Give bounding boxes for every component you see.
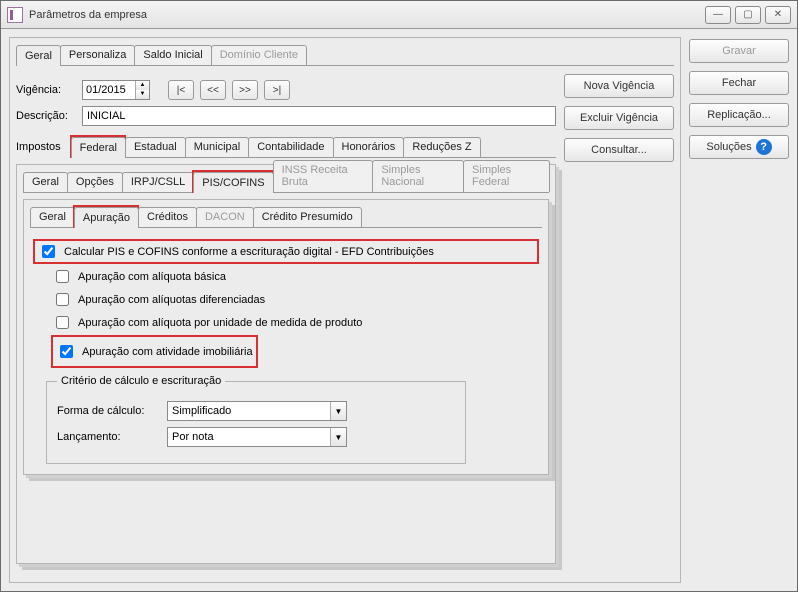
check-calc-efd[interactable] (42, 245, 55, 258)
tab-personaliza[interactable]: Personaliza (60, 45, 135, 65)
replicacao-button[interactable]: Replicação... (689, 103, 789, 127)
check-ativ-imob-label: Apuração com atividade imobiliária (82, 346, 253, 358)
descricao-label: Descrição: (16, 110, 76, 122)
tab-fed-inss-receita-bruta: INSS Receita Bruta (273, 160, 374, 192)
check-ativ-imob[interactable] (60, 345, 73, 358)
maximize-button[interactable]: ▢ (735, 6, 761, 24)
tab-federal[interactable]: Federal (71, 137, 126, 158)
app-window: Parâmetros da empresa — ▢ ✕ Geral Person… (0, 0, 798, 592)
tab-fed-pis-cofins[interactable]: PIS/COFINS (193, 172, 273, 193)
tab-reducoes-z[interactable]: Reduções Z (403, 137, 480, 157)
pis-cofins-tabs: Geral Apuração Créditos DACON Crédito Pr… (30, 206, 542, 228)
check-ativ-imob-row: Apuração com atividade imobiliária (52, 340, 257, 363)
check-aliq-basica[interactable] (56, 270, 69, 283)
check-aliq-unidade[interactable] (56, 316, 69, 329)
vigencia-label: Vigência: (16, 84, 76, 96)
lancamento-value: Por nota (172, 431, 214, 443)
check-aliq-dif[interactable] (56, 293, 69, 306)
titlebar: Parâmetros da empresa — ▢ ✕ (1, 1, 797, 29)
federal-tabs: Geral Opções IRPJ/CSLL PIS/COFINS INSS R… (23, 171, 549, 193)
tab-municipal[interactable]: Municipal (185, 137, 249, 157)
nav-prev-button[interactable]: << (200, 80, 226, 100)
pis-cofins-panel: Geral Apuração Créditos DACON Crédito Pr… (23, 199, 549, 475)
criterio-fieldset: Critério de cálculo e escrituração Forma… (46, 375, 466, 464)
forma-calculo-label: Forma de cálculo: (57, 405, 157, 417)
tab-geral[interactable]: Geral (16, 45, 61, 66)
descricao-input[interactable] (82, 106, 556, 126)
excluir-vigencia-button[interactable]: Excluir Vigência (564, 106, 674, 130)
forma-calculo-select[interactable]: Simplificado ▼ (167, 401, 347, 421)
help-icon: ? (756, 139, 772, 155)
tab-dominio-cliente: Domínio Cliente (211, 45, 307, 65)
check-aliq-dif-label: Apuração com alíquotas diferenciadas (78, 294, 265, 306)
tab-honorarios[interactable]: Honorários (333, 137, 405, 157)
app-icon (7, 7, 23, 23)
consultar-button[interactable]: Consultar... (564, 138, 674, 162)
vigencia-buttons: Nova Vigência Excluir Vigência Consultar… (564, 74, 674, 564)
impostos-tabs: Federal Estadual Municipal Contabilidade… (71, 136, 556, 158)
tab-pc-dacon: DACON (196, 207, 254, 227)
nav-first-button[interactable]: |< (168, 80, 194, 100)
nav-next-button[interactable]: >> (232, 80, 258, 100)
spinner-up-icon[interactable]: ▲ (135, 81, 149, 90)
gravar-button[interactable]: Gravar (689, 39, 789, 63)
tab-pc-geral[interactable]: Geral (30, 207, 75, 227)
check-aliq-dif-row: Apuração com alíquotas diferenciadas (52, 290, 538, 309)
tab-fed-simples-federal: Simples Federal (463, 160, 550, 192)
main-panel: Geral Personaliza Saldo Inicial Domínio … (9, 37, 681, 583)
tab-fed-geral[interactable]: Geral (23, 172, 68, 192)
chevron-down-icon: ▼ (330, 428, 346, 446)
check-aliq-basica-label: Apuração com alíquota básica (78, 271, 226, 283)
tab-pc-creditos[interactable]: Créditos (138, 207, 197, 227)
tab-estadual[interactable]: Estadual (125, 137, 186, 157)
impostos-label: Impostos (16, 141, 61, 153)
spinner-down-icon[interactable]: ▼ (135, 90, 149, 99)
tab-contabilidade[interactable]: Contabilidade (248, 137, 333, 157)
forma-calculo-value: Simplificado (172, 405, 231, 417)
check-calc-efd-label: Calcular PIS e COFINS conforme a escritu… (64, 246, 434, 258)
check-aliq-basica-row: Apuração com alíquota básica (52, 267, 538, 286)
tab-fed-opcoes[interactable]: Opções (67, 172, 123, 192)
minimize-button[interactable]: — (705, 6, 731, 24)
nova-vigencia-button[interactable]: Nova Vigência (564, 74, 674, 98)
client-area: Geral Personaliza Saldo Inicial Domínio … (1, 29, 797, 591)
side-panel: Gravar Fechar Replicação... Soluções ? (689, 37, 789, 583)
tab-pc-apuracao[interactable]: Apuração (74, 207, 139, 228)
vigencia-spinner[interactable]: ▲ ▼ (82, 80, 150, 100)
nav-last-button[interactable]: >| (264, 80, 290, 100)
lancamento-select[interactable]: Por nota ▼ (167, 427, 347, 447)
solucoes-label: Soluções (706, 141, 751, 153)
check-aliq-unidade-row: Apuração com alíquota por unidade de med… (52, 313, 538, 332)
federal-panel: Geral Opções IRPJ/CSLL PIS/COFINS INSS R… (16, 164, 556, 564)
close-button[interactable]: ✕ (765, 6, 791, 24)
tab-fed-simples-nacional: Simples Nacional (372, 160, 464, 192)
tab-saldo-inicial[interactable]: Saldo Inicial (134, 45, 211, 65)
tab-fed-irpj-csll[interactable]: IRPJ/CSLL (122, 172, 194, 192)
main-tabs: Geral Personaliza Saldo Inicial Domínio … (16, 44, 674, 66)
vigencia-input[interactable] (83, 81, 135, 99)
window-title: Parâmetros da empresa (29, 9, 147, 21)
chevron-down-icon: ▼ (330, 402, 346, 420)
solucoes-button[interactable]: Soluções ? (689, 135, 789, 159)
check-calc-efd-row: Calcular PIS e COFINS conforme a escritu… (34, 240, 538, 263)
tab-pc-credito-presumido[interactable]: Crédito Presumido (253, 207, 362, 227)
lancamento-label: Lançamento: (57, 431, 157, 443)
check-aliq-unidade-label: Apuração com alíquota por unidade de med… (78, 317, 362, 329)
criterio-legend: Critério de cálculo e escrituração (57, 375, 225, 387)
fechar-button[interactable]: Fechar (689, 71, 789, 95)
